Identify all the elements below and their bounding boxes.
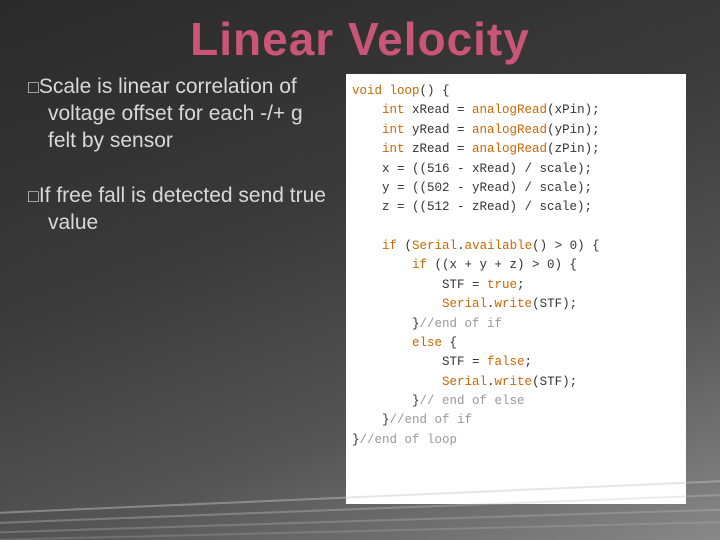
bullet-text: Scale is linear correlation of voltage o…	[39, 75, 303, 152]
bullet-column: □Scale is linear correlation of voltage …	[28, 74, 328, 504]
bullet-marker-icon: □	[28, 79, 39, 99]
bullet-text: If free fall is detected send true value	[39, 184, 326, 234]
bullet-item: □If free fall is detected send true valu…	[28, 183, 328, 237]
code-snippet: void loop() { int xRead = analogRead(xPi…	[346, 74, 686, 504]
slide-content: □Scale is linear correlation of voltage …	[0, 66, 720, 504]
bullet-item: □Scale is linear correlation of voltage …	[28, 74, 328, 155]
bullet-marker-icon: □	[28, 188, 39, 208]
slide-title: Linear Velocity	[0, 0, 720, 66]
